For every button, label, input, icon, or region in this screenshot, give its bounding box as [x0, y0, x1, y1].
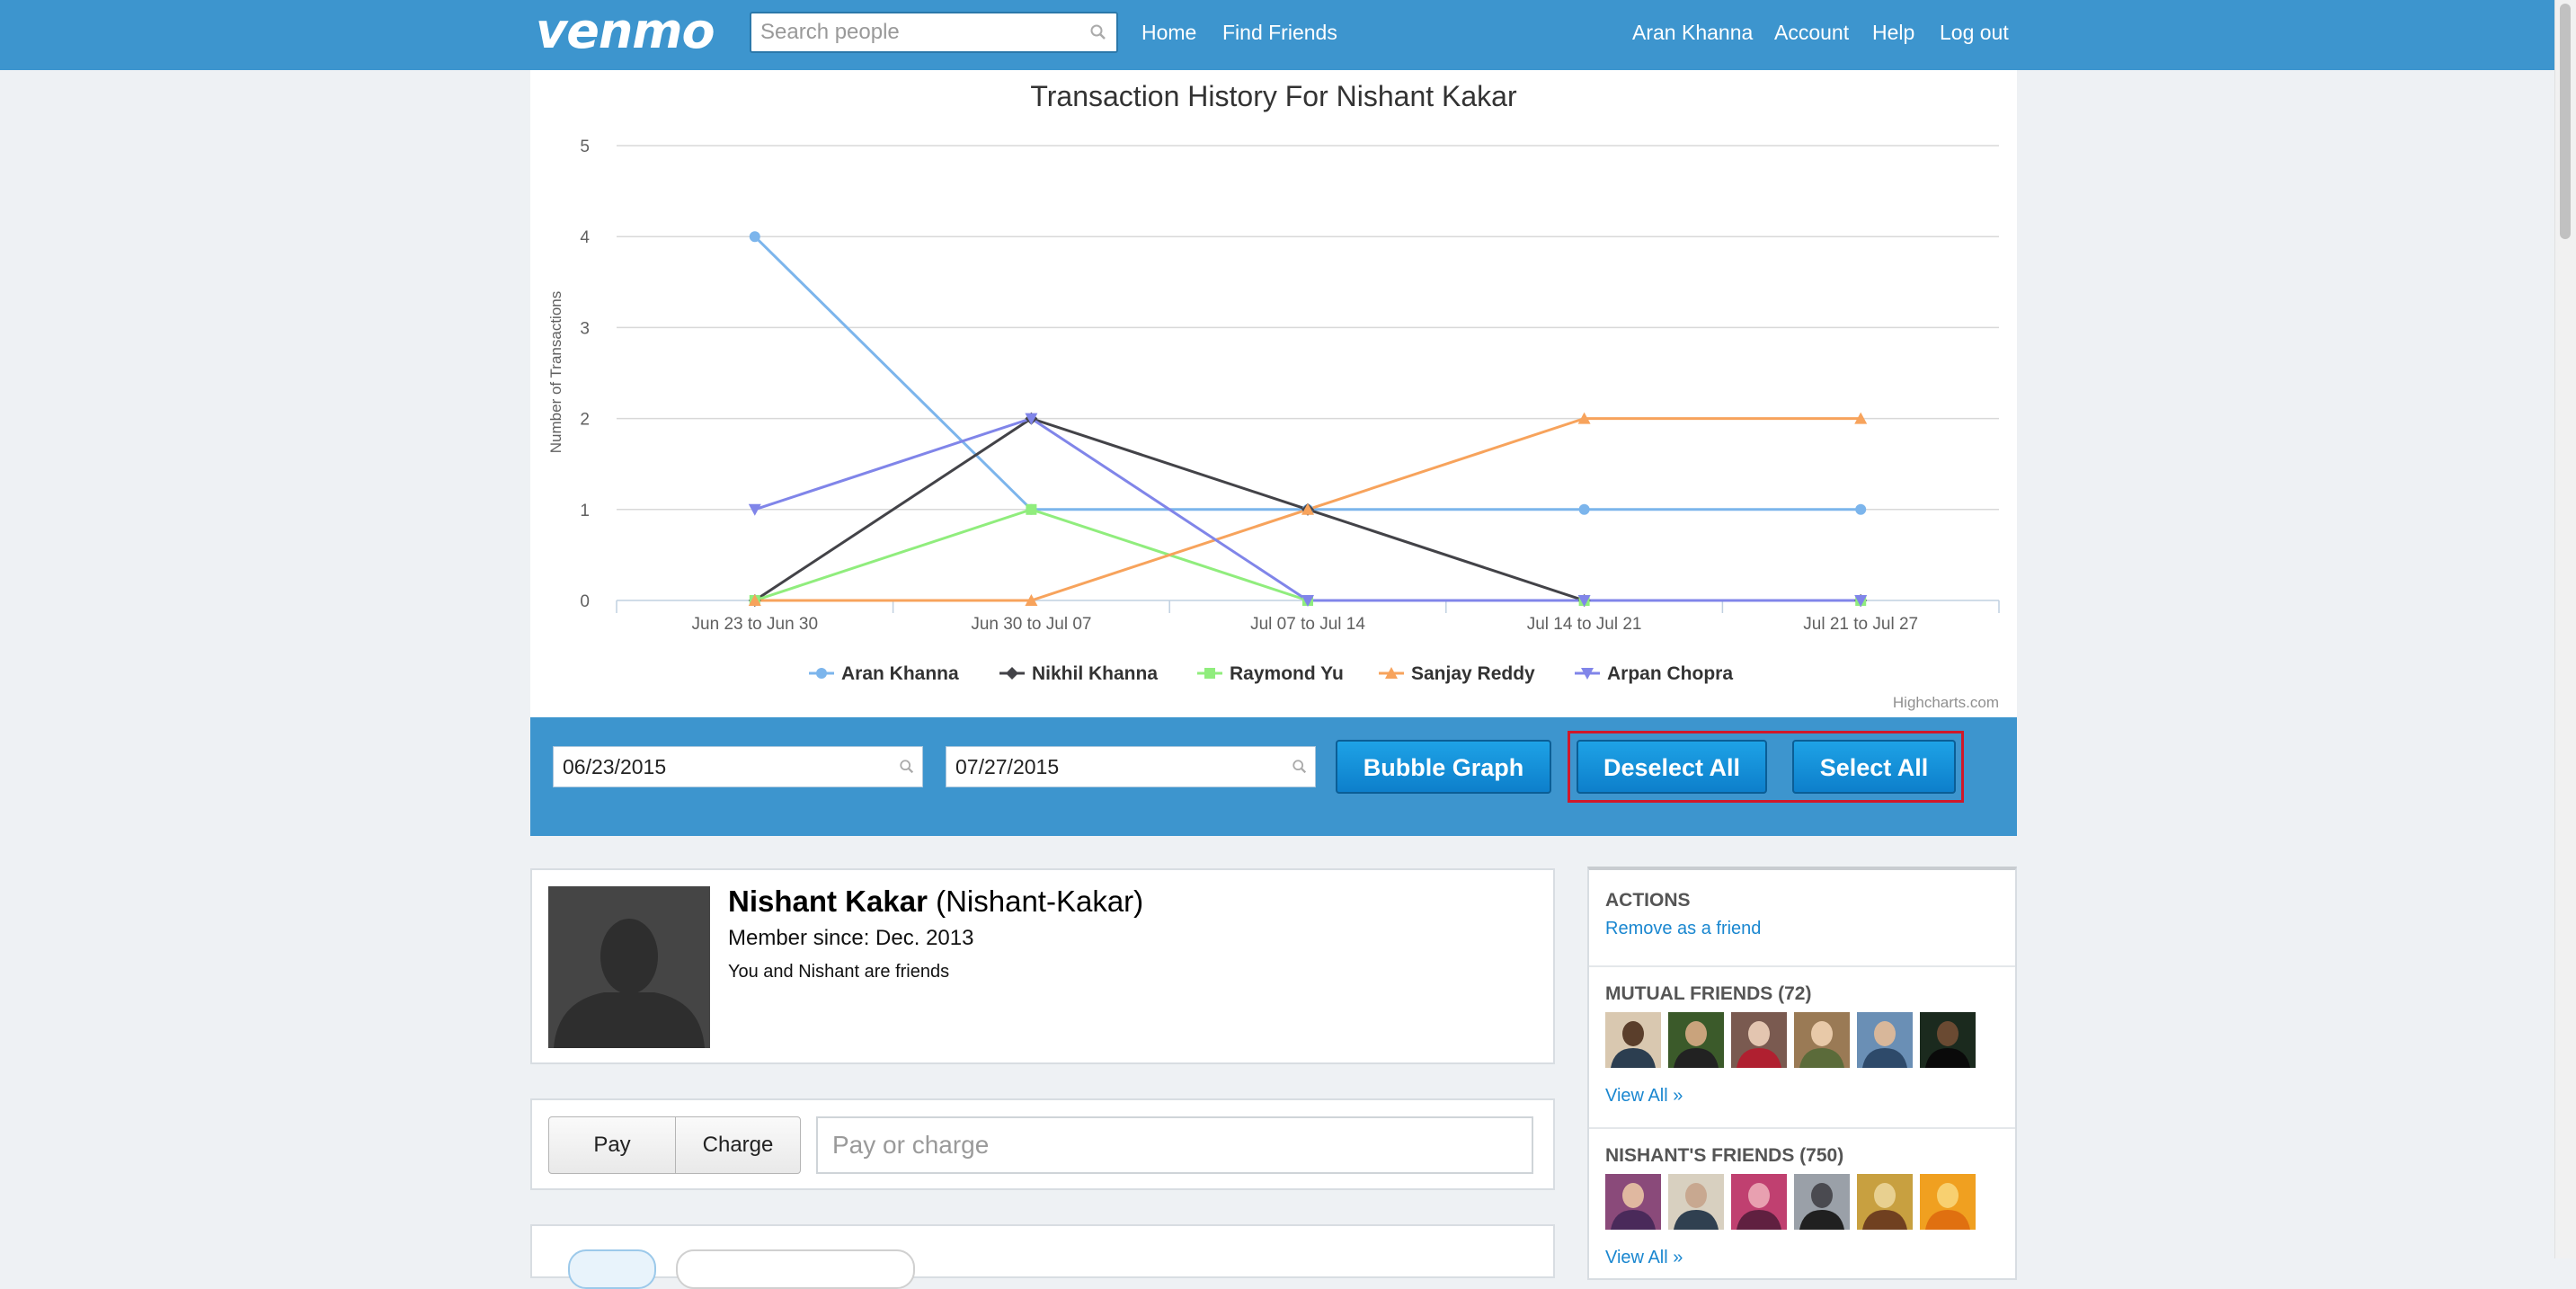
- friend-avatar[interactable]: [1920, 1174, 1976, 1230]
- series-line[interactable]: [753, 236, 1861, 511]
- remove-friend-link[interactable]: Remove as a friend: [1605, 919, 1761, 939]
- y-tick-label: 5: [580, 138, 590, 156]
- start-date-input[interactable]: [554, 747, 886, 787]
- data-point-marker[interactable]: [749, 231, 760, 243]
- profile-username: (Nishant-Kakar): [936, 885, 1144, 918]
- data-point-marker[interactable]: [1026, 503, 1037, 515]
- page-scrollbar-thumb[interactable]: [2560, 4, 2571, 239]
- y-tick-label: 4: [580, 228, 590, 247]
- feed-card: [530, 1224, 1555, 1289]
- end-date-input[interactable]: [946, 747, 1279, 787]
- top-navigation-bar: venmo Home Find Friends Aran Khanna Acco…: [0, 0, 2554, 70]
- data-point-marker[interactable]: [1578, 503, 1590, 515]
- select-all-button[interactable]: Select All: [1792, 740, 1956, 794]
- legend-marker-icon[interactable]: [816, 668, 827, 679]
- x-tick-label: Jun 23 to Jun 30: [692, 615, 819, 634]
- search-icon[interactable]: [1089, 23, 1107, 41]
- sidebar-divider: [1589, 965, 2015, 967]
- default-avatar-silhouette-icon: [548, 886, 710, 1048]
- profile-avatar: [548, 886, 710, 1048]
- nav-logout-link[interactable]: Log out: [1940, 18, 2009, 47]
- member-since-text: Member since: Dec. 2013: [728, 926, 974, 950]
- end-date-field[interactable]: [946, 746, 1316, 787]
- mutual-friend-avatar[interactable]: [1794, 1012, 1850, 1068]
- mutual-friends-heading: MUTUAL FRIENDS (72): [1605, 983, 1812, 1004]
- nav-help-link[interactable]: Help: [1872, 18, 1914, 47]
- nav-user-name-link[interactable]: Aran Khanna: [1632, 18, 1753, 47]
- profile-display-name: Nishant Kakar: [728, 885, 928, 918]
- mutual-friend-avatar[interactable]: [1605, 1012, 1661, 1068]
- nav-account-link[interactable]: Account: [1774, 18, 1849, 47]
- friend-avatar[interactable]: [1731, 1174, 1787, 1230]
- start-date-field[interactable]: [553, 746, 923, 787]
- x-tick-label: Jul 07 to Jul 14: [1250, 615, 1365, 634]
- nav-find-friends-link[interactable]: Find Friends: [1222, 18, 1337, 47]
- profile-card: Nishant Kakar (Nishant-Kakar) Member sin…: [530, 868, 1555, 1064]
- pay-or-charge-input[interactable]: [818, 1118, 1524, 1172]
- search-people-box[interactable]: [750, 12, 1118, 53]
- view-all-mutual-friends-link[interactable]: View All »: [1605, 1086, 1683, 1107]
- chart-title: Transaction History For Nishant Kakar: [1030, 80, 1517, 112]
- profile-name-line: Nishant Kakar (Nishant-Kakar): [728, 885, 1143, 919]
- y-tick-label: 2: [580, 411, 590, 430]
- search-people-input[interactable]: [751, 13, 1084, 51]
- pay-button[interactable]: Pay: [548, 1116, 676, 1174]
- pay-charge-card: Pay Charge: [530, 1098, 1555, 1190]
- series-line[interactable]: [754, 508, 1861, 602]
- x-tick-label: Jul 21 to Jul 27: [1803, 615, 1918, 634]
- legend-item-label[interactable]: Sanjay Reddy: [1411, 663, 1535, 684]
- y-axis-title: Number of Transactions: [547, 291, 564, 453]
- mutual-friend-avatar[interactable]: [1731, 1012, 1787, 1068]
- y-tick-label: 0: [580, 592, 590, 611]
- end-date-search-icon[interactable]: [1292, 759, 1308, 775]
- mutual-friend-avatar[interactable]: [1920, 1012, 1976, 1068]
- actions-heading: ACTIONS: [1605, 890, 1691, 911]
- legend-item-label[interactable]: Aran Khanna: [841, 663, 959, 684]
- legend-item-label[interactable]: Nikhil Khanna: [1032, 663, 1158, 684]
- profile-sidebar: ACTIONS Remove as a friend MUTUAL FRIEND…: [1587, 867, 2017, 1280]
- transaction-history-chart: Transaction History For Nishant Kakar Nu…: [530, 70, 2017, 717]
- y-tick-label: 3: [580, 319, 590, 338]
- x-tick-label: Jun 30 to Jul 07: [971, 615, 1091, 634]
- x-tick-label: Jul 14 to Jul 21: [1527, 615, 1642, 634]
- legend-marker-icon[interactable]: [1204, 668, 1215, 679]
- friend-avatar[interactable]: [1605, 1174, 1661, 1230]
- y-tick-label: 1: [580, 502, 590, 520]
- highcharts-credits-link[interactable]: Highcharts.com: [1893, 694, 1999, 712]
- mutual-friend-avatar[interactable]: [1668, 1012, 1724, 1068]
- data-point-marker[interactable]: [1855, 503, 1867, 515]
- deselect-all-button[interactable]: Deselect All: [1577, 740, 1767, 794]
- chart-canvas: Transaction History For Nishant Kakar Nu…: [547, 80, 2000, 684]
- feed-tab-primary[interactable]: [568, 1249, 656, 1289]
- friend-avatar[interactable]: [1857, 1174, 1913, 1230]
- pay-or-charge-field[interactable]: [816, 1116, 1533, 1174]
- friend-avatar[interactable]: [1668, 1174, 1724, 1230]
- feed-tab-secondary[interactable]: [676, 1249, 915, 1289]
- start-date-search-icon[interactable]: [899, 759, 915, 775]
- nishant-friends-heading: NISHANT'S FRIENDS (750): [1605, 1145, 1844, 1166]
- bubble-graph-button[interactable]: Bubble Graph: [1336, 740, 1551, 794]
- legend-item-label[interactable]: Raymond Yu: [1230, 663, 1344, 684]
- venmo-logo[interactable]: venmo: [536, 5, 715, 58]
- chart-controls-bar: Bubble Graph Deselect All Select All: [530, 717, 2017, 836]
- mutual-friend-avatar[interactable]: [1857, 1012, 1913, 1068]
- legend-item-label[interactable]: Arpan Chopra: [1607, 663, 1733, 684]
- sidebar-divider: [1589, 1127, 2015, 1129]
- friend-avatar[interactable]: [1794, 1174, 1850, 1230]
- nav-home-link[interactable]: Home: [1141, 18, 1196, 47]
- charge-button[interactable]: Charge: [675, 1116, 801, 1174]
- friendship-status-text: You and Nishant are friends: [728, 962, 950, 982]
- legend-marker-icon[interactable]: [1006, 667, 1018, 680]
